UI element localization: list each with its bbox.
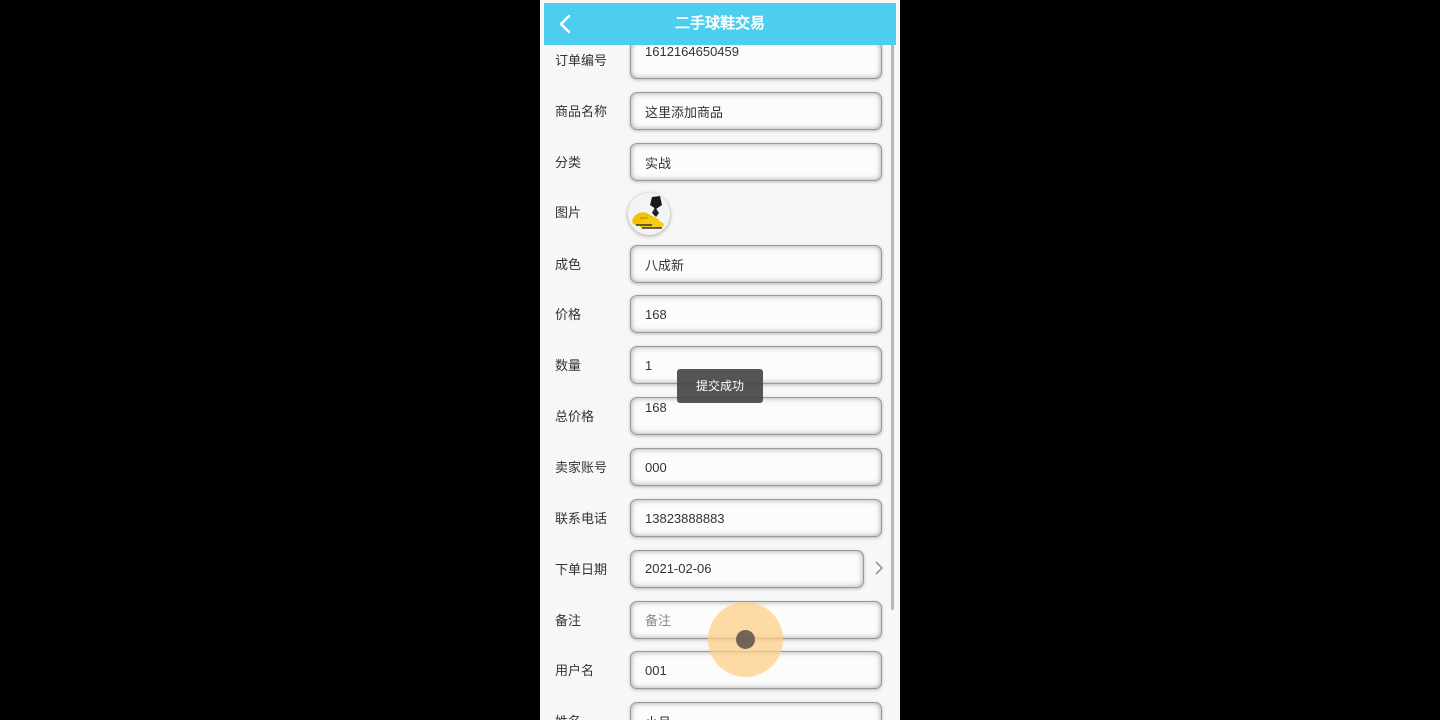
form-row-order-date: 下单日期 2021-02-06: [540, 548, 890, 592]
condition-label: 成色: [555, 257, 582, 272]
form-row-price: 价格: [540, 293, 890, 337]
order-no-field[interactable]: 1612164650459: [630, 41, 882, 79]
sneaker-thumbnail[interactable]: [628, 193, 670, 235]
phone-label: 联系电话: [555, 511, 608, 526]
phone-input[interactable]: [630, 499, 882, 537]
form-row-name: 姓名: [540, 700, 890, 720]
touch-indicator-dot: [736, 630, 755, 649]
username-label: 用户名: [555, 663, 595, 678]
order-no-label: 订单编号: [555, 53, 608, 68]
chevron-right-icon[interactable]: [873, 560, 885, 576]
order-date-picker[interactable]: 2021-02-06: [630, 550, 864, 588]
image-label: 图片: [555, 205, 582, 220]
form-row-category: 分类: [540, 141, 890, 185]
order-date-label: 下单日期: [555, 562, 608, 577]
name-label: 姓名: [555, 700, 581, 720]
condition-input[interactable]: [630, 245, 882, 283]
quantity-label: 数量: [555, 358, 582, 373]
page-title: 二手球鞋交易: [674, 15, 765, 32]
name-input[interactable]: [630, 702, 882, 720]
product-name-label: 商品名称: [555, 104, 608, 119]
phone-screen: 订单编号 1612164650459 商品名称 分类 图片: [540, 0, 900, 720]
form-row-condition: 成色: [540, 243, 890, 287]
form-row-phone: 联系电话: [540, 497, 890, 541]
form-row-image: 图片: [540, 191, 890, 235]
category-input[interactable]: [630, 143, 882, 181]
sneaker-image: [628, 193, 670, 235]
form-row-order-no: 订单编号 1612164650459: [540, 39, 890, 83]
total-label: 总价格: [555, 409, 595, 424]
scrollbar[interactable]: [891, 12, 894, 610]
header-bar: 二手球鞋交易: [544, 3, 896, 45]
form-row-product-name: 商品名称: [540, 90, 890, 134]
form-row-seller-account: 卖家账号: [540, 446, 890, 490]
product-name-input[interactable]: [630, 92, 882, 130]
seller-account-input[interactable]: [630, 448, 882, 486]
price-input[interactable]: [630, 295, 882, 333]
category-label: 分类: [555, 155, 582, 170]
price-label: 价格: [555, 307, 582, 322]
seller-account-label: 卖家账号: [555, 460, 608, 475]
remark-label: 备注: [555, 613, 582, 628]
toast-message: 提交成功: [677, 369, 763, 403]
